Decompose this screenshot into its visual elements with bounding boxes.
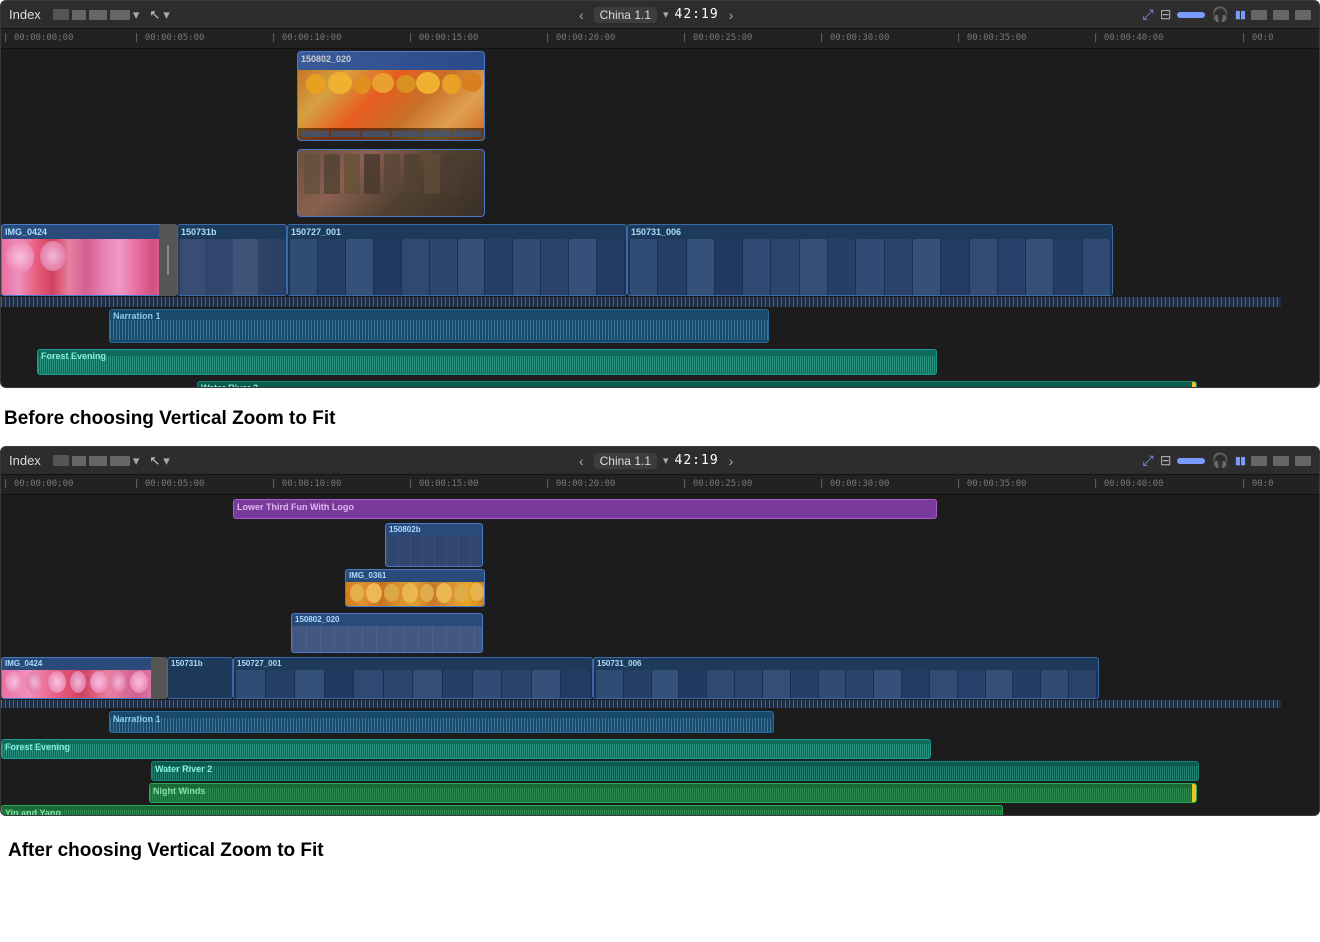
clip-trimming-icon[interactable]: [1251, 10, 1267, 20]
forest-evening-clip[interactable]: Forest Evening: [37, 349, 937, 375]
project-name-after[interactable]: China 1.1: [594, 453, 657, 469]
clip-height-icon-2[interactable]: [72, 456, 86, 466]
toolbar-after: Index ▾ ↖ ▾ ‹ China 1.1 ▾ 42:19 › ⤢ ⊟ 🎧 …: [1, 447, 1319, 475]
clip-trimming-icon-2[interactable]: [1251, 456, 1267, 466]
thumbnail-clip-150802020[interactable]: 150802_020: [297, 51, 485, 141]
after-label-container: After choosing Vertical Zoom to Fit: [0, 816, 1320, 872]
ruler-before: | 00:00:00;00 | 00:00:05:00 | 00:00:10:0…: [1, 29, 1319, 49]
tool-dropdown-icon[interactable]: ▾: [163, 7, 170, 23]
after-label: After choosing Vertical Zoom to Fit: [4, 826, 1320, 872]
prev-btn-after[interactable]: ‹: [575, 453, 588, 469]
view-options-icon-2[interactable]: [110, 456, 130, 466]
clip-height-icon[interactable]: [72, 10, 86, 20]
toolbar-center-after: ‹ China 1.1 ▾ 42:19 ›: [575, 453, 737, 469]
zoom-out-icon-2[interactable]: ⊟: [1160, 452, 1172, 469]
clip-width-icon[interactable]: [89, 10, 107, 20]
tracks-area-after: Lower Third Fun With Logo 150802b IMG_03…: [1, 495, 1319, 816]
main-video-150731b-after[interactable]: 150731b: [167, 657, 233, 699]
thumb-clip-label: 150802_020: [301, 54, 351, 64]
main-video-img0424-after[interactable]: IMG_0424: [1, 657, 163, 699]
main-video-img0424[interactable]: IMG_0424: [1, 224, 171, 296]
project-dropdown-after[interactable]: ▾: [663, 454, 669, 467]
view-dropdown-icon-2[interactable]: ▾: [133, 453, 140, 469]
narration-clip-after[interactable]: Narration 1: [109, 711, 774, 733]
timecode-after: 42:19: [675, 453, 719, 468]
zoom-bar-icon-2: [1177, 458, 1205, 464]
toolbar-center-before: ‹ China 1.1 ▾ 42:19 ›: [575, 7, 737, 23]
full-screen-icon-2[interactable]: [1295, 456, 1311, 466]
water-river-after[interactable]: Water River 2: [151, 761, 1199, 781]
audio-lanes-icon[interactable]: ▮▮: [1235, 8, 1245, 21]
prev-btn-before[interactable]: ‹: [575, 7, 588, 23]
water-river-clip[interactable]: Water River 2: [197, 381, 1197, 388]
before-label: Before choosing Vertical Zoom to Fit: [0, 394, 1320, 440]
main-video-150731b[interactable]: 150731b: [177, 224, 287, 296]
thumb-150802020[interactable]: 150802_020: [291, 613, 483, 653]
main-video-waveform: [1, 297, 1281, 307]
toolbar-right-before: ⤢ ⊟ 🎧 ▮▮: [1143, 6, 1311, 23]
audio-lanes-icon-2[interactable]: ▮▮: [1235, 454, 1245, 467]
toolbar-before: Index ▾ ↖ ▾ ‹ China 1.1 ▾ 42:19 › ⤢ ⊟ 🎧 …: [1, 1, 1319, 29]
index-label-before: Index: [9, 7, 41, 22]
editor-panel-after: Index ▾ ↖ ▾ ‹ China 1.1 ▾ 42:19 › ⤢ ⊟ 🎧 …: [0, 446, 1320, 816]
headphone-icon[interactable]: 🎧: [1211, 6, 1228, 23]
effects-icon[interactable]: [1273, 10, 1289, 20]
project-name-before[interactable]: China 1.1: [594, 7, 657, 23]
thumbnail-clip-2[interactable]: [297, 149, 485, 217]
view-options-icon[interactable]: [110, 10, 130, 20]
tool-select-icon[interactable]: ↖: [149, 7, 160, 23]
tool-select-icon-2[interactable]: ↖: [149, 453, 160, 469]
zoom-fit-icon-2[interactable]: ⤢: [1143, 452, 1154, 469]
clip-width-icon-2[interactable]: [89, 456, 107, 466]
forest-evening-after[interactable]: Forest Evening: [1, 739, 931, 759]
editor-panel-before: Index ▾ ↖ ▾ ‹ China 1.1 ▾ 42:19 › ⤢ ⊟ 🎧 …: [0, 0, 1320, 388]
effects-icon-2[interactable]: [1273, 456, 1289, 466]
main-video-150727001-after[interactable]: 150727_001: [233, 657, 593, 699]
clip-appearance-icon[interactable]: [53, 9, 69, 20]
main-video-150731006-after[interactable]: 150731_006: [593, 657, 1099, 699]
main-video-150727001[interactable]: 150727_001: [287, 224, 627, 296]
narration-clip[interactable]: Narration 1: [109, 309, 769, 343]
thumb-150802b[interactable]: 150802b: [385, 523, 483, 567]
index-label-after: Index: [9, 453, 41, 468]
ruler-after: | 00:00:00;00 | 00:00:05:00 | 00:00:10:0…: [1, 475, 1319, 495]
toolbar-right-after: ⤢ ⊟ 🎧 ▮▮: [1143, 452, 1311, 469]
end-marker: [1192, 382, 1196, 388]
lower-third-graphic-clip[interactable]: Lower Third Fun With Logo: [233, 499, 937, 519]
before-label-container: Before choosing Vertical Zoom to Fit: [0, 388, 1320, 446]
main-video-150731006[interactable]: 150731_006: [627, 224, 1113, 296]
main-video-waveform-after: [1, 700, 1281, 708]
next-btn-after[interactable]: ›: [725, 453, 738, 469]
clip-handle-2[interactable]: [151, 657, 167, 699]
full-screen-icon[interactable]: [1295, 10, 1311, 20]
yin-yang-after[interactable]: Yin and Yang: [1, 805, 1003, 816]
view-dropdown-icon[interactable]: ▾: [133, 7, 140, 23]
project-dropdown-before[interactable]: ▾: [663, 8, 669, 21]
zoom-bar-icon: [1177, 12, 1205, 18]
end-marker-night-winds: [1192, 784, 1196, 802]
headphone-icon-2[interactable]: 🎧: [1211, 452, 1228, 469]
tool-dropdown-icon-2[interactable]: ▾: [163, 453, 170, 469]
night-winds-after[interactable]: Night Winds: [149, 783, 1197, 803]
thumb-img0361[interactable]: IMG_0361: [345, 569, 485, 607]
timecode-before: 42:19: [675, 7, 719, 22]
clip-handle[interactable]: [159, 224, 177, 296]
next-btn-before[interactable]: ›: [725, 7, 738, 23]
tracks-area-before: 150802_020: [1, 49, 1319, 388]
zoom-fit-icon[interactable]: ⤢: [1143, 6, 1154, 23]
zoom-out-icon[interactable]: ⊟: [1160, 6, 1172, 23]
clip-appearance-icon-2[interactable]: [53, 455, 69, 466]
